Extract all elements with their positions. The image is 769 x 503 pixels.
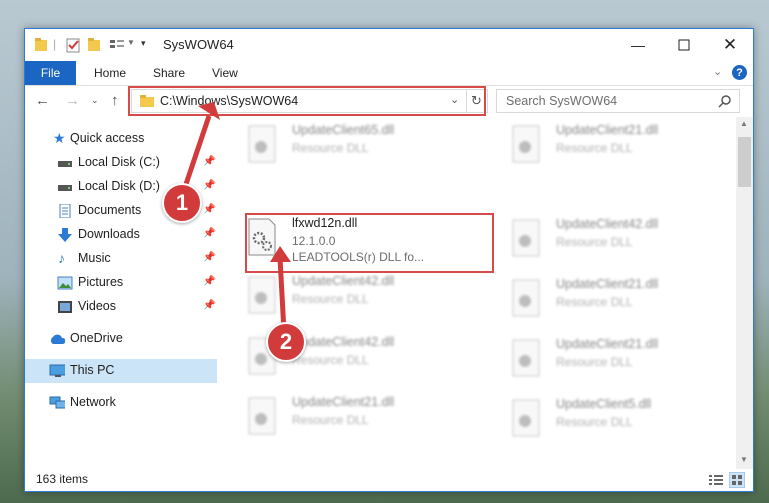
arrow-2-head (270, 246, 291, 262)
step-2-badge: 2 (266, 322, 306, 362)
annotation-arrows (179, 102, 291, 333)
step-1-badge: 1 (162, 183, 202, 223)
arrow-2 (277, 257, 287, 333)
